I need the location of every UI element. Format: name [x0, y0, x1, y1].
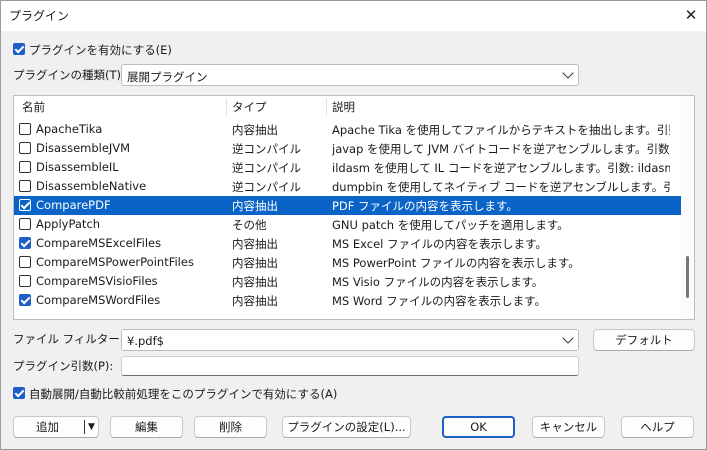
add-button-label[interactable]: 追加	[36, 417, 59, 437]
enable-plugins-check-icon[interactable]	[13, 43, 25, 55]
plugin-args-label: プラグイン引数(P):	[13, 359, 114, 373]
vertical-scrollbar[interactable]	[681, 96, 694, 319]
plugin-type-cell: その他	[232, 218, 267, 232]
dropdown-arrow-icon[interactable]: ▼	[88, 417, 95, 437]
table-row[interactable]: CompareMSPowerPointFiles 内容抽出 MS PowerPoin…	[14, 253, 681, 272]
plugin-name-cell: DisassembleNative	[36, 179, 147, 193]
add-split-button[interactable]: 追加 ▼	[13, 416, 99, 438]
plugin-type-cell: 内容抽出	[232, 199, 278, 213]
plugin-settings-button[interactable]: プラグインの設定(L)...	[282, 416, 411, 438]
plugin-description-cell: ildasm を使用して IL コードを逆アセンブルします。引数: ildasm…	[332, 161, 670, 175]
plugin-description-cell: PDF ファイルの内容を表示します。	[332, 199, 518, 213]
row-checkbox[interactable]	[19, 256, 31, 268]
file-filter-label: ファイル フィルター:	[13, 332, 124, 346]
default-filter-button[interactable]: デフォルト	[593, 329, 695, 351]
row-checkbox[interactable]	[19, 237, 31, 249]
auto-unpack-check-icon[interactable]	[13, 387, 25, 399]
table-row[interactable]: CompareMSVisioFiles 内容抽出 MS Visio ファイルの内容を…	[14, 272, 681, 291]
table-row[interactable]: DisassembleNative 逆コンパイル dumpbin を使用してネイティ…	[14, 177, 681, 196]
plugin-description-cell: GNU patch を使用してパッチを適用します。	[332, 218, 569, 232]
plugin-name-cell: ApplyPatch	[36, 217, 101, 231]
chevron-down-icon[interactable]	[562, 332, 574, 344]
row-checkbox[interactable]	[19, 294, 31, 306]
plugin-name-cell: CompareMSVisioFiles	[36, 274, 158, 288]
plugin-name-cell: DisassembleIL	[36, 160, 119, 174]
plugin-list[interactable]: 名前 タイプ 説明 ApacheTika 内容抽出 Apache Tika を使用し…	[13, 95, 695, 320]
column-header-name[interactable]: 名前	[22, 96, 45, 118]
plugin-name-cell: DisassembleJVM	[36, 141, 131, 155]
plugin-type-label: プラグインの種類(T):	[13, 68, 125, 82]
plugin-name-cell: CompareMSWordFiles	[36, 293, 161, 307]
plugin-description-cell: Apache Tika を使用してファイルからテキストを抽出します。引数: ti…	[332, 123, 670, 137]
row-checkbox[interactable]	[19, 123, 31, 135]
auto-unpack-checkbox[interactable]: 自動展開/自動比較前処理をこのプラグインで有効にする(A)	[13, 386, 353, 402]
plugin-type-select[interactable]: 展開プラグイン	[121, 64, 579, 86]
plugin-type-cell: 逆コンパイル	[232, 142, 301, 156]
table-row[interactable]: DisassembleIL 逆コンパイル ildasm を使用して IL コードを逆…	[14, 158, 681, 177]
plugin-type-value: 展開プラグイン	[127, 70, 208, 84]
close-icon[interactable]: ✕	[680, 4, 702, 26]
column-header-type[interactable]: タイプ	[232, 96, 267, 118]
plugin-type-cell: 逆コンパイル	[232, 180, 301, 194]
plugin-name-cell: CompareMSExcelFiles	[36, 236, 162, 250]
enable-plugins-label: プラグインを有効にする(E)	[29, 43, 172, 57]
cancel-button[interactable]: キャンセル	[532, 416, 605, 438]
row-checkbox[interactable]	[19, 161, 31, 173]
plugin-description-cell: MS Word ファイルの内容を表示します。	[332, 294, 546, 308]
plugin-description-cell: MS PowerPoint ファイルの内容を表示します。	[332, 256, 580, 270]
row-checkbox[interactable]	[19, 218, 31, 230]
plugin-type-cell: 内容抽出	[232, 123, 278, 137]
plugin-name-cell: CompareMSPowerPointFiles	[36, 255, 194, 269]
table-row[interactable]: CompareMSExcelFiles 内容抽出 MS Excel ファイルの内容を…	[14, 234, 681, 253]
column-header-description[interactable]: 説明	[332, 96, 355, 118]
row-checkbox[interactable]	[19, 275, 31, 287]
plugin-type-cell: 逆コンパイル	[232, 161, 301, 175]
delete-button[interactable]: 削除	[194, 416, 267, 438]
window-title: プラグイン	[9, 9, 70, 23]
row-checkbox[interactable]	[19, 199, 31, 211]
column-divider[interactable]	[326, 98, 327, 116]
scrollbar-thumb[interactable]	[686, 256, 689, 298]
split-divider	[84, 420, 85, 434]
file-filter-value: ¥.pdf$	[127, 334, 164, 348]
table-row[interactable]: CompareMSWordFiles 内容抽出 MS Word ファイルの内容を表示…	[14, 291, 681, 310]
file-filter-combo[interactable]: ¥.pdf$	[121, 329, 579, 351]
chevron-down-icon	[562, 67, 574, 79]
table-row[interactable]: ApacheTika 内容抽出 Apache Tika を使用してファイルからテキス…	[14, 120, 681, 139]
plugin-name-cell: ComparePDF	[36, 198, 111, 212]
plugin-type-cell: 内容抽出	[232, 294, 278, 308]
auto-unpack-label: 自動展開/自動比較前処理をこのプラグインで有効にする(A)	[29, 387, 338, 401]
row-checkbox[interactable]	[19, 142, 31, 154]
plugin-description-cell: dumpbin を使用してネイティブ コードを逆アセンブルします。引数: du.…	[332, 180, 670, 194]
plugin-name-cell: ApacheTika	[36, 122, 103, 136]
plugin-type-cell: 内容抽出	[232, 256, 278, 270]
table-row[interactable]: ComparePDF 内容抽出 PDF ファイルの内容を表示します。	[14, 196, 681, 215]
plugin-args-input[interactable]	[121, 356, 579, 376]
title-bar: プラグイン ✕	[0, 0, 707, 31]
edit-button[interactable]: 編集	[110, 416, 183, 438]
plugin-description-cell: MS Visio ファイルの内容を表示します。	[332, 275, 544, 289]
row-checkbox[interactable]	[19, 180, 31, 192]
plugin-description-cell: MS Excel ファイルの内容を表示します。	[332, 237, 547, 251]
column-divider[interactable]	[226, 98, 227, 116]
plugin-rows: ApacheTika 内容抽出 Apache Tika を使用してファイルからテキス…	[14, 120, 681, 319]
enable-plugins-checkbox[interactable]: プラグインを有効にする(E)	[13, 42, 313, 58]
ok-button[interactable]: OK	[442, 416, 515, 438]
plugin-type-cell: 内容抽出	[232, 237, 278, 251]
plugin-type-cell: 内容抽出	[232, 275, 278, 289]
plugin-description-cell: javap を使用して JVM バイトコードを逆アセンブルします。引数: jav…	[332, 142, 670, 156]
help-button[interactable]: ヘルプ	[621, 416, 694, 438]
table-row[interactable]: ApplyPatch その他 GNU patch を使用してパッチを適用します。	[14, 215, 681, 234]
table-row[interactable]: DisassembleJVM 逆コンパイル javap を使用して JVM バイトコ…	[14, 139, 681, 158]
